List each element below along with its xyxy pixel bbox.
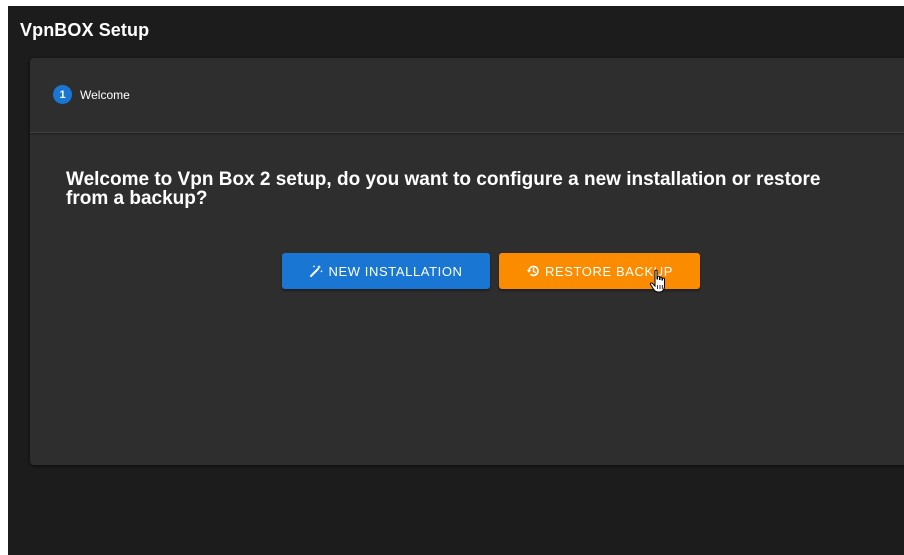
restore-icon [526, 264, 540, 278]
action-buttons: NEW INSTALLATION RESTORE BACKUP [282, 253, 700, 289]
setup-card: 1 Welcome Welcome to Vpn Box 2 setup, do… [30, 58, 904, 465]
welcome-question: Welcome to Vpn Box 2 setup, do you want … [66, 169, 821, 209]
new-installation-label: NEW INSTALLATION [328, 263, 463, 279]
stepper-header: 1 Welcome [30, 58, 904, 133]
step-label: Welcome [80, 87, 130, 102]
magic-wand-icon [309, 264, 324, 278]
step-welcome[interactable]: 1 Welcome [53, 85, 130, 104]
app-title: VpnBOX Setup [20, 20, 150, 40]
new-installation-button[interactable]: NEW INSTALLATION [282, 253, 490, 289]
restore-backup-button[interactable]: RESTORE BACKUP [499, 253, 700, 289]
hand-pointer-icon [649, 269, 669, 295]
step-number-badge: 1 [53, 85, 72, 104]
app-window: VpnBOX Setup 1 Welcome Welcome to Vpn Bo… [8, 6, 904, 555]
